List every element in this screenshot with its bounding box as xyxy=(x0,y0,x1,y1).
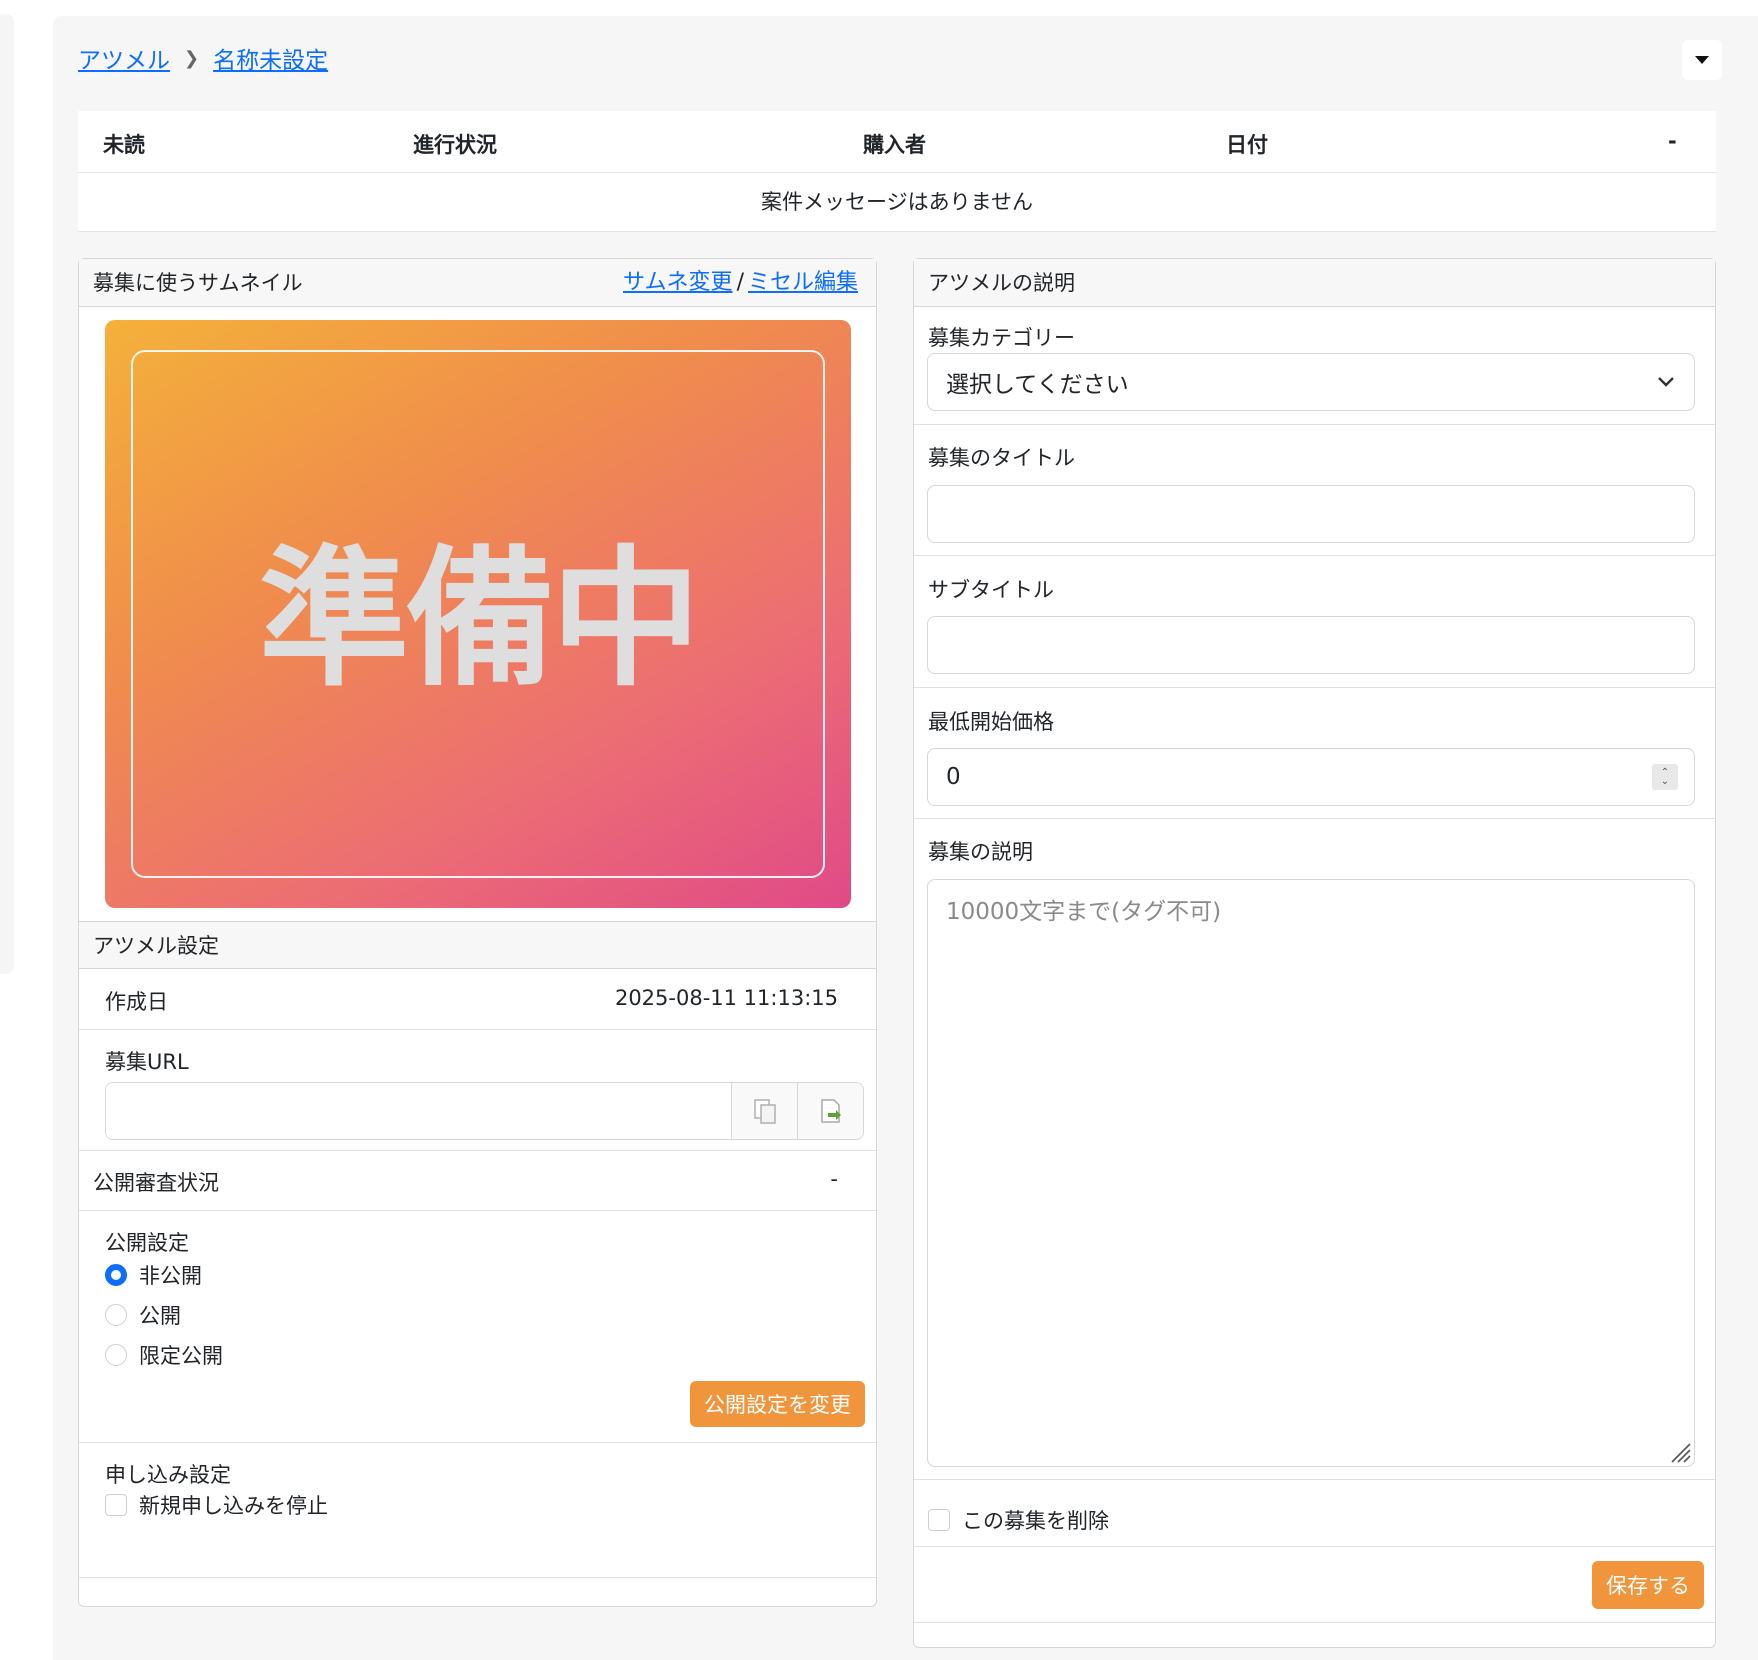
price-label: 最低開始価格 xyxy=(928,710,1054,734)
link-separator: / xyxy=(736,270,744,295)
radio-private[interactable] xyxy=(105,1264,127,1286)
breadcrumb-current-link[interactable]: 名称未設定 xyxy=(213,41,328,75)
divider xyxy=(914,1622,1715,1623)
change-thumbnail-link[interactable]: サムネ変更 xyxy=(623,270,733,295)
stop-new-option[interactable]: 新規申し込みを停止 xyxy=(105,1485,328,1525)
category-label: 募集カテゴリー xyxy=(928,326,1075,350)
review-value: - xyxy=(830,1167,838,1191)
stepper-down-icon: ⌄ xyxy=(1660,776,1670,787)
visibility-options: 非公開 公開 限定公開 xyxy=(105,1255,223,1375)
message-table: 未読 進行状況 購入者 日付 - 案件メッセージはありません xyxy=(78,111,1716,232)
url-input[interactable] xyxy=(106,1083,731,1139)
left-sidebar-edge xyxy=(0,14,14,974)
divider xyxy=(914,1546,1715,1547)
price-value: 0 xyxy=(946,764,961,790)
change-visibility-button[interactable]: 公開設定を変更 xyxy=(690,1381,865,1427)
copy-icon xyxy=(753,1099,776,1124)
radio-limited[interactable] xyxy=(105,1344,127,1366)
divider xyxy=(914,424,1715,425)
thumbnail-text: 準備中 xyxy=(258,533,701,707)
created-row: 作成日 2025-08-11 11:13:15 xyxy=(79,970,876,1030)
application-row: 申し込み設定 新規申し込みを停止 xyxy=(79,1443,876,1578)
stop-new-checkbox[interactable] xyxy=(105,1494,127,1516)
subtitle-input[interactable] xyxy=(927,616,1695,674)
open-url-button[interactable] xyxy=(797,1083,863,1139)
divider xyxy=(914,1479,1715,1480)
radio-public[interactable] xyxy=(105,1304,127,1326)
category-value: 選択してください xyxy=(946,372,1129,398)
divider xyxy=(914,687,1715,688)
thumbnail-title: 募集に使うサムネイル xyxy=(93,271,303,295)
chevron-right-icon: ❯ xyxy=(184,47,200,69)
visibility-option-private[interactable]: 非公開 xyxy=(105,1255,223,1295)
thumbnail-header: 募集に使うサムネイル サムネ変更 / ミセル編集 xyxy=(79,259,876,307)
radio-private-label: 非公開 xyxy=(139,1264,202,1288)
column-progress: 進行状況 xyxy=(413,133,497,157)
visibility-label: 公開設定 xyxy=(105,1231,189,1255)
empty-message: 案件メッセージはありません xyxy=(78,173,1716,232)
breadcrumb-home-link[interactable]: アツメル xyxy=(78,41,170,75)
url-row: 募集URL xyxy=(79,1030,876,1151)
visibility-option-public[interactable]: 公開 xyxy=(105,1295,223,1335)
table-header: 未読 進行状況 購入者 日付 - xyxy=(78,111,1716,173)
visibility-row: 公開設定 非公開 公開 限定公開 公開設定を変更 xyxy=(79,1211,876,1443)
subtitle-label: サブタイトル xyxy=(928,578,1054,602)
review-row: 公開審査状況 - xyxy=(79,1151,876,1211)
price-input[interactable]: 0 ⌃ ⌄ xyxy=(927,748,1695,806)
url-label: 募集URL xyxy=(105,1050,189,1074)
title-input[interactable] xyxy=(927,485,1695,543)
edit-misel-link[interactable]: ミセル編集 xyxy=(748,270,858,295)
divider xyxy=(914,555,1715,556)
column-buyer: 購入者 xyxy=(863,133,926,157)
copy-url-button[interactable] xyxy=(731,1083,797,1139)
description-header: アツメルの説明 xyxy=(914,259,1715,307)
review-label: 公開審査状況 xyxy=(93,1171,219,1195)
thumbnail-settings-card: 募集に使うサムネイル サムネ変更 / ミセル編集 準備中 アツメル設定 作成日 20… xyxy=(78,258,877,1607)
resize-handle-icon[interactable] xyxy=(1666,1438,1692,1464)
save-button[interactable]: 保存する xyxy=(1592,1561,1704,1609)
column-action: - xyxy=(1668,129,1677,153)
column-date: 日付 xyxy=(1226,133,1268,157)
desc-placeholder: 10000文字まで(タグ不可) xyxy=(946,899,1222,925)
stop-new-label: 新規申し込みを停止 xyxy=(139,1494,328,1518)
caret-down-icon xyxy=(1695,56,1709,64)
breadcrumb: アツメル ❯ 名称未設定 xyxy=(78,41,328,75)
settings-header: アツメル設定 xyxy=(79,921,876,969)
created-label: 作成日 xyxy=(105,990,168,1014)
column-unread: 未読 xyxy=(103,133,145,157)
visibility-option-limited[interactable]: 限定公開 xyxy=(105,1335,223,1375)
title-label: 募集のタイトル xyxy=(928,446,1075,470)
chevron-down-icon xyxy=(1658,377,1674,387)
url-input-group xyxy=(105,1082,864,1140)
description-textarea[interactable]: 10000文字まで(タグ不可) xyxy=(927,879,1695,1467)
desc-label: 募集の説明 xyxy=(928,840,1033,864)
thumbnail-image: 準備中 xyxy=(105,320,851,908)
delete-option[interactable]: この募集を削除 xyxy=(928,1500,1109,1540)
open-link-icon xyxy=(820,1099,841,1123)
category-select[interactable]: 選択してください xyxy=(927,353,1695,411)
radio-public-label: 公開 xyxy=(139,1304,181,1328)
price-stepper[interactable]: ⌃ ⌄ xyxy=(1652,764,1678,790)
delete-checkbox[interactable] xyxy=(928,1509,950,1531)
divider xyxy=(914,818,1715,819)
radio-limited-label: 限定公開 xyxy=(139,1344,223,1368)
delete-label: この募集を削除 xyxy=(962,1509,1109,1533)
menu-dropdown-button[interactable] xyxy=(1682,40,1722,80)
description-card: アツメルの説明 募集カテゴリー 選択してください 募集のタイトル サブタイトル … xyxy=(913,258,1716,1648)
created-value: 2025-08-11 11:13:15 xyxy=(614,986,838,1010)
